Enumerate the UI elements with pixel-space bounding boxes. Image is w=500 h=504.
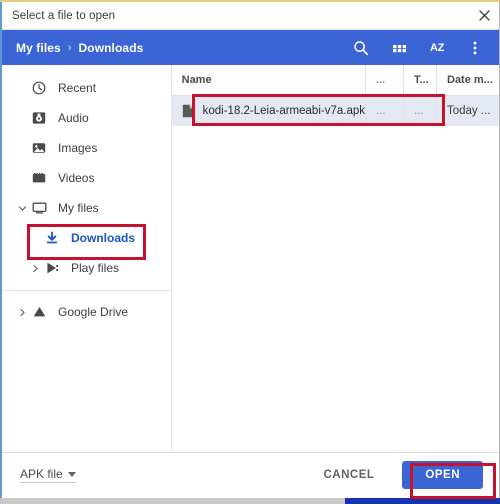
file-list-pane: Name ... T... Date m... kodi-18.2-Leia-a…: [171, 65, 499, 452]
breadcrumb-separator: ›: [67, 41, 72, 54]
sort-az-label: AZ: [429, 41, 445, 54]
search-icon[interactable]: [351, 38, 371, 58]
table-row[interactable]: kodi-18.2-Leia-armeabi-v7a.apk ... ... T…: [171, 96, 499, 126]
file-type-cell: ...: [403, 96, 436, 126]
sidebar-item-label: Play files: [71, 261, 120, 275]
column-header-name[interactable]: Name: [172, 65, 365, 95]
open-button[interactable]: OPEN: [402, 461, 483, 489]
column-header-type[interactable]: T...: [403, 65, 436, 95]
dialog-title-bar: Select a file to open: [2, 2, 499, 30]
sidebar-item-downloads[interactable]: Downloads: [2, 223, 171, 253]
sidebar-item-google-drive[interactable]: Google Drive: [2, 297, 171, 327]
sidebar-divider: [2, 290, 171, 291]
cancel-button[interactable]: CANCEL: [311, 462, 386, 488]
sidebar-item-recent[interactable]: Recent: [2, 73, 171, 103]
column-header-size[interactable]: ...: [365, 65, 403, 95]
sidebar-item-label: My files: [58, 201, 99, 215]
play-store-icon: [42, 259, 62, 277]
dialog-footer: APK file CANCEL OPEN: [2, 452, 499, 497]
navigation-toolbar: My files › Downloads AZ: [2, 30, 499, 65]
file-picker-dialog: Select a file to open My files › Downloa…: [0, 2, 500, 498]
file-date-cell: Today ...: [436, 96, 499, 126]
sidebar-item-my-files[interactable]: My files: [2, 193, 171, 223]
column-header-date[interactable]: Date m...: [436, 65, 499, 95]
dialog-body: Recent Audio Images Videos My files Down…: [2, 65, 499, 452]
download-icon: [42, 229, 62, 247]
sidebar-item-images[interactable]: Images: [2, 133, 171, 163]
file-icon: [182, 104, 195, 118]
file-type-label: APK file: [20, 467, 63, 481]
breadcrumb-item-my-files[interactable]: My files: [16, 41, 61, 55]
chevron-right-icon[interactable]: [29, 264, 42, 273]
page-title: Select a file to open: [12, 9, 116, 22]
file-size-cell: ...: [365, 96, 403, 126]
breadcrumb: My files › Downloads: [16, 41, 351, 55]
sort-az-icon[interactable]: AZ: [427, 38, 447, 58]
chevron-right-icon[interactable]: [16, 308, 29, 317]
sidebar-item-audio[interactable]: Audio: [2, 103, 171, 133]
file-type-dropdown[interactable]: APK file: [20, 467, 76, 483]
chevron-down-icon[interactable]: [16, 204, 29, 213]
image-icon: [29, 139, 49, 157]
grid-view-icon[interactable]: [389, 38, 409, 58]
sidebar-item-label: Downloads: [71, 231, 136, 245]
chevron-down-icon: [67, 471, 76, 477]
file-name-cell[interactable]: kodi-18.2-Leia-armeabi-v7a.apk: [172, 96, 365, 126]
google-drive-icon: [29, 303, 49, 321]
toolbar-actions: AZ: [351, 38, 491, 58]
sidebar-item-label: Images: [58, 141, 98, 155]
video-icon: [29, 169, 49, 187]
more-options-icon[interactable]: [465, 38, 485, 58]
sidebar-item-label: Recent: [58, 81, 97, 95]
sidebar-item-label: Google Drive: [58, 305, 129, 319]
sidebar-item-label: Audio: [58, 111, 89, 125]
close-icon[interactable]: [473, 5, 495, 26]
sidebar-item-play-files[interactable]: Play files: [2, 253, 171, 283]
computer-icon: [29, 199, 49, 217]
audio-icon: [29, 109, 49, 127]
clock-icon: [29, 79, 49, 97]
sidebar: Recent Audio Images Videos My files Down…: [2, 65, 172, 452]
sidebar-item-videos[interactable]: Videos: [2, 163, 171, 193]
breadcrumb-item-downloads[interactable]: Downloads: [79, 41, 144, 55]
sidebar-item-label: Videos: [58, 171, 95, 185]
file-list-header: Name ... T... Date m...: [171, 65, 499, 96]
file-name-label: kodi-18.2-Leia-armeabi-v7a.apk: [202, 105, 365, 117]
